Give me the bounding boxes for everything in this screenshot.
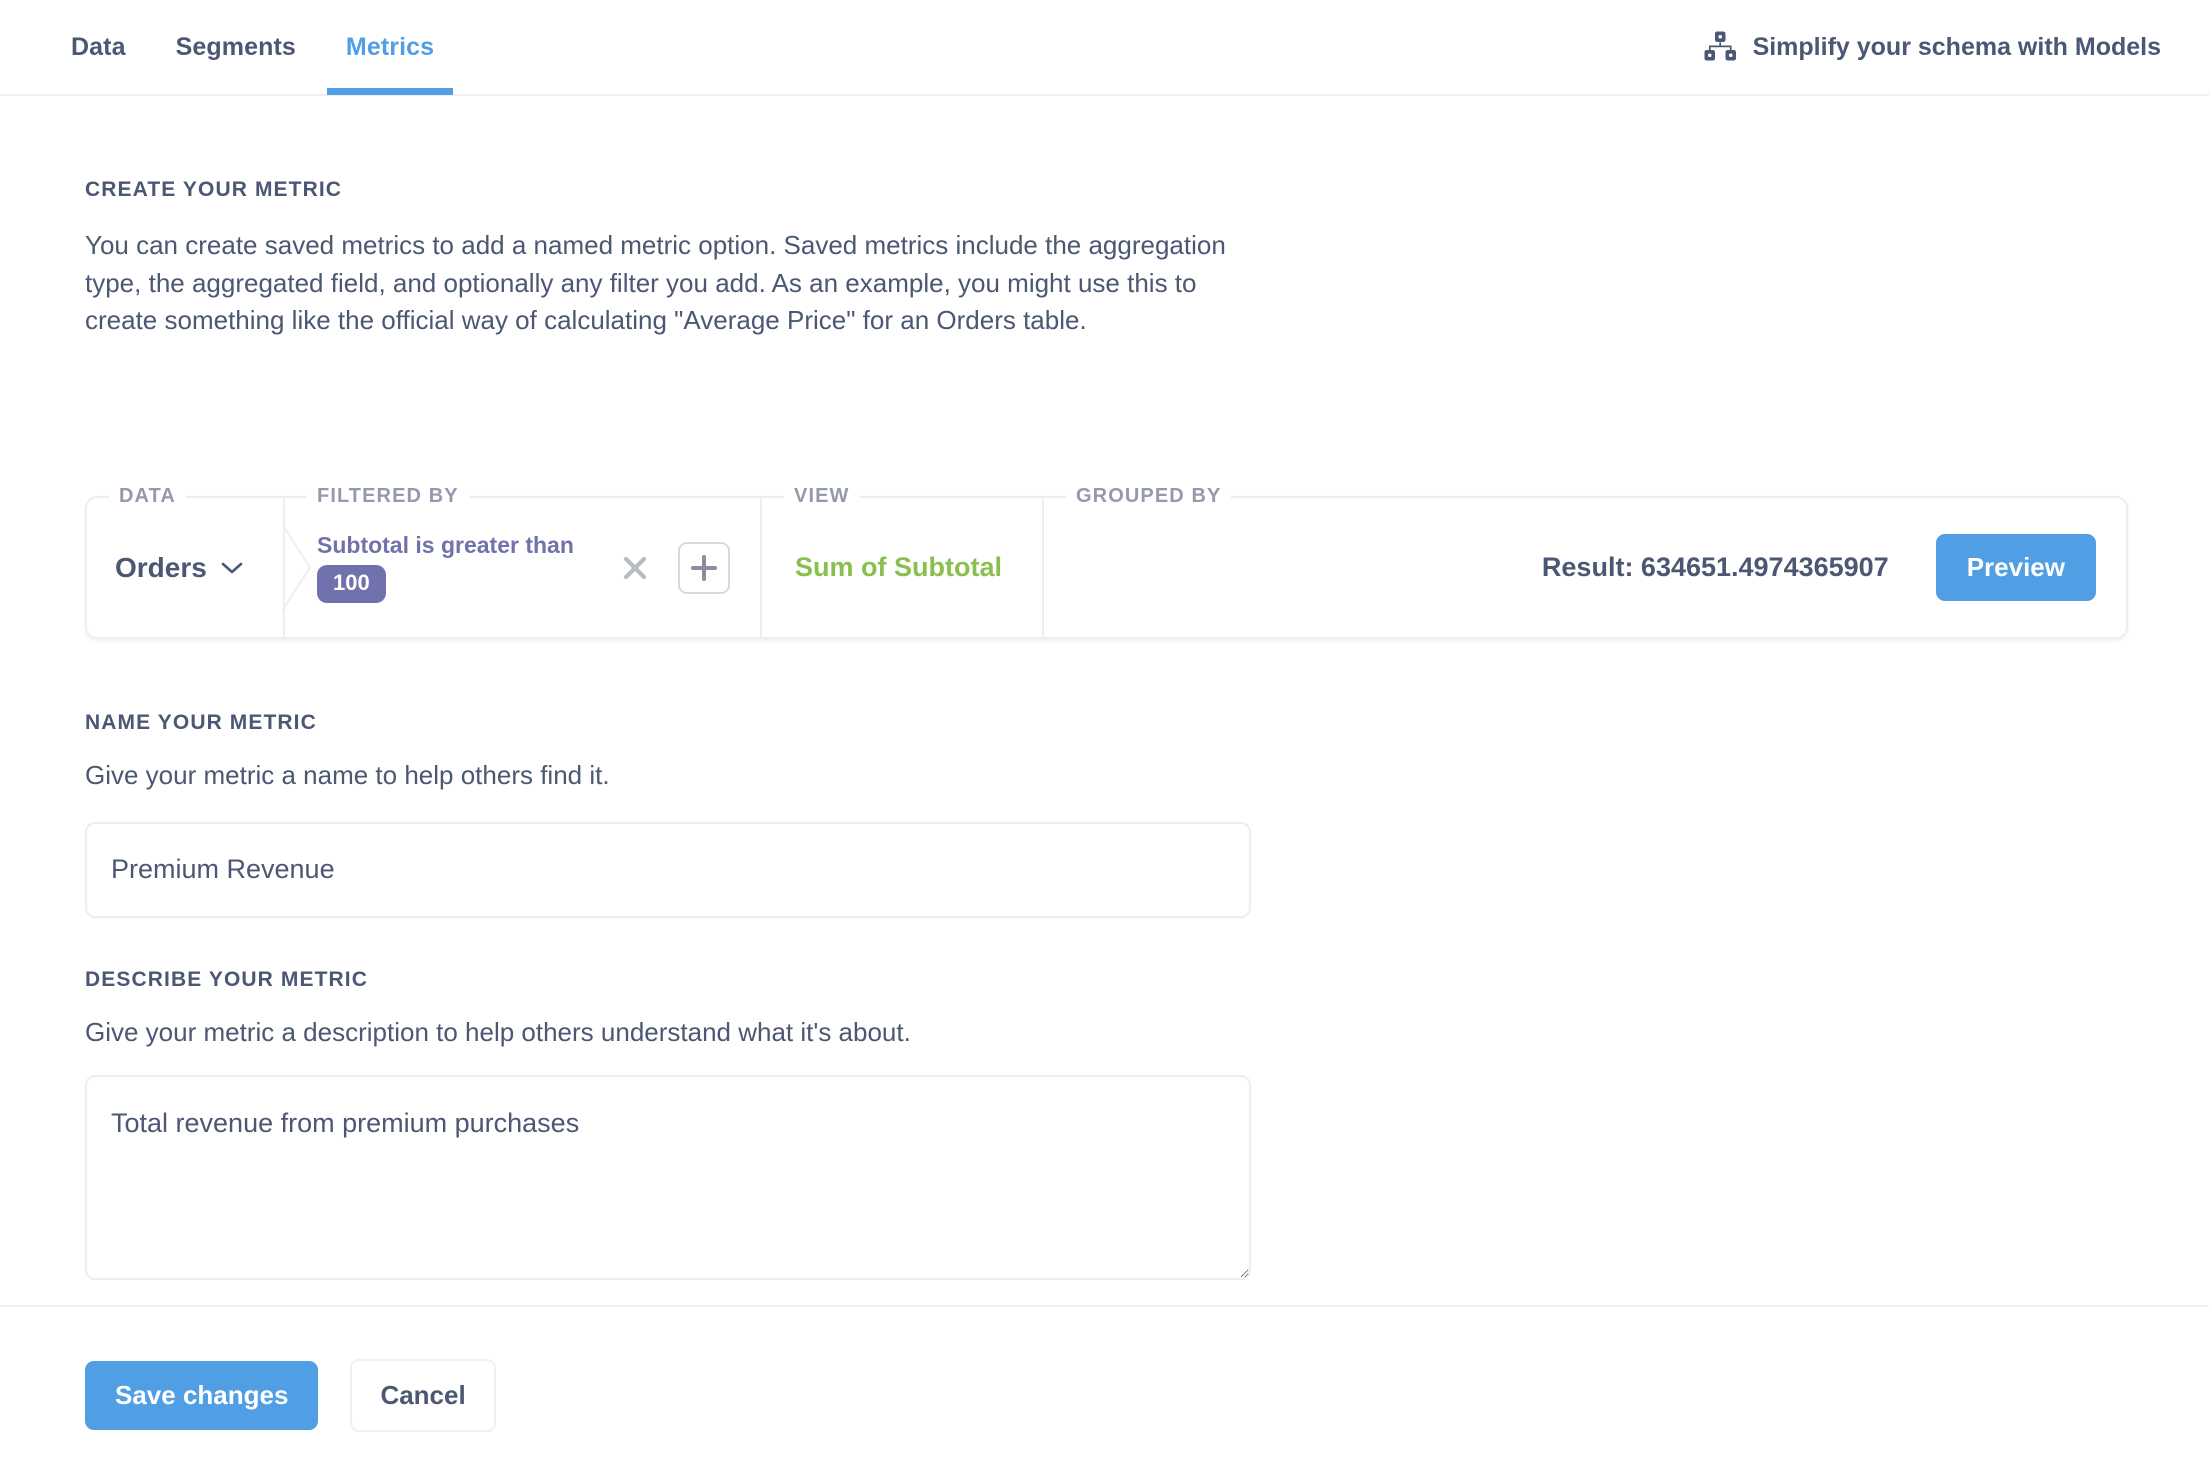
save-changes-button[interactable]: Save changes [85, 1361, 319, 1430]
tab-segments-label: Segments [175, 32, 296, 61]
metric-name-input[interactable] [85, 821, 1251, 918]
models-promo-link[interactable]: Simplify your schema with Models [1703, 30, 2161, 64]
data-source-value: Orders [115, 551, 207, 583]
describe-metric-title: Describe your metric [85, 968, 368, 991]
create-metric-block: Create your metric You can create saved … [85, 178, 1265, 340]
name-metric-title: Name your metric [85, 711, 317, 734]
tab-segments[interactable]: Segments [151, 0, 321, 95]
add-filter-button[interactable] [678, 541, 730, 594]
create-metric-title: Create your metric [85, 178, 343, 201]
model-icon [1703, 30, 1737, 64]
result-value: Result: 634651.4974365907 [1541, 552, 1889, 582]
name-metric-block: Name your metric Give your metric a name… [85, 711, 1285, 918]
top-nav-bar: Data Segments Metrics Simplify your sche… [0, 0, 2209, 96]
nav-tabs: Data Segments Metrics [46, 0, 459, 95]
footer-bar: Save changes Cancel [0, 1305, 2209, 1480]
cancel-button[interactable]: Cancel [350, 1359, 496, 1432]
chevron-down-icon [221, 561, 243, 575]
query-builder-view-section: View Sum of Subtotal [760, 485, 1042, 637]
metric-description-textarea[interactable] [85, 1074, 1251, 1280]
describe-metric-block: Describe your metric Give your metric a … [85, 968, 1285, 1285]
query-builder-data-section: Data Orders [87, 485, 283, 637]
create-metric-description: You can create saved metrics to add a na… [85, 230, 1226, 336]
name-metric-description: Give your metric a name to help others f… [85, 760, 610, 790]
query-builder-filter-section: Filtered by Subtotal is greater than 100 [283, 485, 760, 637]
tab-data-label: Data [71, 32, 126, 61]
metric-editor-page: Data Segments Metrics Simplify your sche… [0, 0, 2209, 1480]
aggregation-picker[interactable]: Sum of Subtotal [795, 552, 1002, 583]
filter-clause-text: Subtotal is greater than [317, 532, 574, 558]
filter-clause-value: 100 [317, 565, 386, 603]
close-icon[interactable] [618, 551, 652, 585]
data-source-picker[interactable]: Orders [115, 552, 243, 584]
filter-clause[interactable]: Subtotal is greater than 100 [317, 532, 574, 603]
preview-button[interactable]: Preview [1935, 534, 2096, 601]
tab-data[interactable]: Data [46, 0, 151, 95]
filtered-by-section-label: Filtered by [307, 485, 469, 508]
query-builder-groupby-section: Grouped by Result: 634651.4974365907 Pre… [1042, 485, 2126, 637]
describe-metric-description: Give your metric a description to help o… [85, 1017, 911, 1047]
tab-metrics-label: Metrics [345, 32, 435, 61]
plus-icon [691, 554, 717, 581]
data-section-label: Data [109, 485, 186, 508]
query-builder-bar: Data Orders Filtered by [85, 485, 2128, 639]
view-section-label: View [784, 485, 860, 508]
grouped-by-section-label: Grouped by [1066, 485, 1232, 508]
models-promo-label: Simplify your schema with Models [1752, 32, 2161, 61]
footer-actions: Save changes Cancel [85, 1359, 496, 1432]
page-content: Create your metric You can create saved … [0, 96, 2209, 1305]
tab-metrics[interactable]: Metrics [321, 0, 459, 95]
